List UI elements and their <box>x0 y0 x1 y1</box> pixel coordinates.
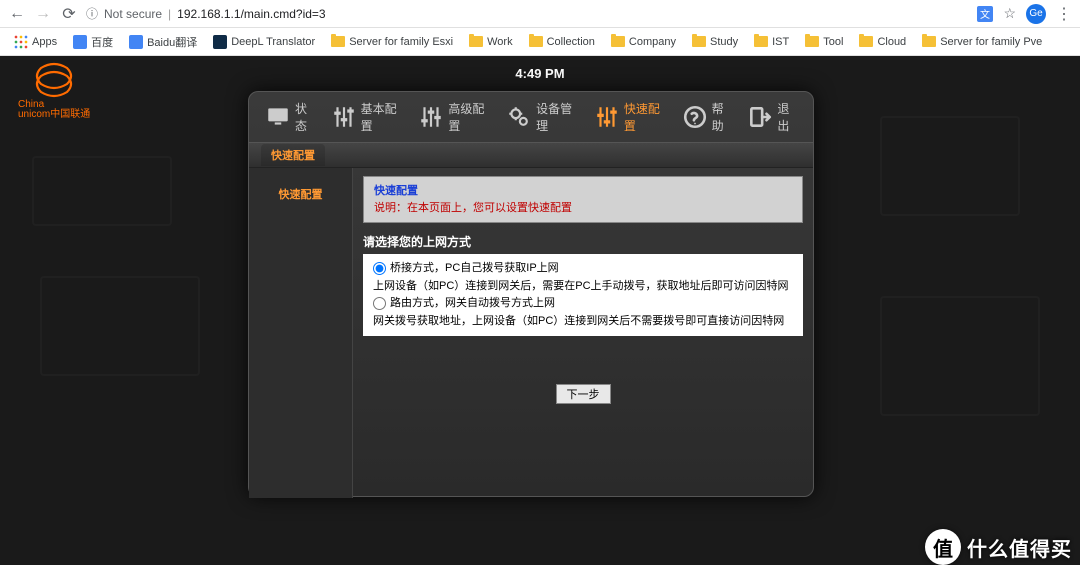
tab-status[interactable]: 状态 <box>261 98 319 136</box>
bookmark-star-icon[interactable]: ☆ <box>1003 5 1016 22</box>
watermark-badge-icon: 值 <box>925 529 961 565</box>
folder-icon <box>611 36 625 47</box>
info-icon: ⓘ <box>86 5 98 22</box>
sliders-icon <box>418 104 444 130</box>
apps-grid-icon <box>14 35 28 49</box>
bookmark-baidu[interactable]: 百度 <box>67 32 119 52</box>
gears-icon <box>506 104 532 130</box>
address-bar[interactable]: ⓘ Not secure | 192.168.1.1/main.cmd?id=3 <box>86 5 969 22</box>
option-bridge-label: 桥接方式，PC自己拨号获取IP上网 <box>390 260 559 278</box>
sliders-icon <box>594 104 620 130</box>
main-content: 快速配置 说明：在本页面上，您可以设置快速配置 请选择您的上网方式 桥接方式，P… <box>353 168 813 498</box>
bookmark-folder-company[interactable]: Company <box>605 34 682 50</box>
tab-advanced-config[interactable]: 高级配置 <box>414 98 494 136</box>
question-icon <box>682 104 708 130</box>
brand-logo: China unicom中国联通 <box>18 62 90 120</box>
bookmark-folder-study[interactable]: Study <box>686 34 744 50</box>
tab-help[interactable]: 帮助 <box>678 98 736 136</box>
radio-route-mode[interactable] <box>373 297 386 310</box>
folder-icon <box>859 36 873 47</box>
favicon-icon <box>213 35 227 49</box>
bookmark-folder-pve[interactable]: Server for family Pve <box>916 34 1048 50</box>
tab-basic-config[interactable]: 基本配置 <box>327 98 407 136</box>
folder-icon <box>331 36 345 47</box>
unicom-logo-icon <box>31 62 77 98</box>
translate-extension-icon[interactable]: 文 <box>977 6 993 22</box>
tab-device-management[interactable]: 设备管理 <box>502 98 582 136</box>
bookmark-folder-ist[interactable]: IST <box>748 34 795 50</box>
folder-icon <box>692 36 706 47</box>
main-panel: 状态 基本配置 高级配置 设备管理 快速配置 帮助 <box>248 91 814 497</box>
breadcrumb-bar: 快速配置 <box>249 142 813 168</box>
monitor-icon <box>265 104 291 130</box>
folder-icon <box>805 36 819 47</box>
bookmark-folder-tool[interactable]: Tool <box>799 34 849 50</box>
svg-text:文: 文 <box>980 8 990 21</box>
page-content: China unicom中国联通 4:49 PM 状态 基本配置 高级配置 设备… <box>0 56 1080 565</box>
logout-icon <box>747 104 773 130</box>
url-text: 192.168.1.1/main.cmd?id=3 <box>177 7 325 21</box>
sliders-icon <box>331 104 357 130</box>
tab-bar: 状态 基本配置 高级配置 设备管理 快速配置 帮助 <box>249 92 813 142</box>
bookmarks-bar: Apps 百度 Baidu翻译 DeepL Translator Server … <box>0 28 1080 56</box>
chrome-menu-icon[interactable]: ⋮ <box>1056 4 1072 24</box>
sidebar: 快速配置 <box>249 168 353 498</box>
watermark-text: 什么值得买 <box>967 533 1072 562</box>
sidebar-item-quick-config[interactable]: 快速配置 <box>249 182 352 206</box>
bookmark-folder-work[interactable]: Work <box>463 34 518 50</box>
watermark: 值 什么值得买 <box>925 529 1072 565</box>
section-title: 请选择您的上网方式 <box>363 233 803 250</box>
folder-icon <box>754 36 768 47</box>
info-box: 快速配置 说明：在本页面上，您可以设置快速配置 <box>363 176 803 223</box>
browser-nav-bar: ← → ⟳ ⓘ Not secure | 192.168.1.1/main.cm… <box>0 0 1080 28</box>
profile-avatar[interactable]: Ge <box>1026 4 1046 24</box>
option-route-label: 路由方式，网关自动拨号方式上网 <box>390 295 555 313</box>
folder-icon <box>922 36 936 47</box>
tab-quick-config[interactable]: 快速配置 <box>590 98 670 136</box>
folder-icon <box>529 36 543 47</box>
bookmark-folder-esxi[interactable]: Server for family Esxi <box>325 34 459 50</box>
tab-logout[interactable]: 退出 <box>743 98 801 136</box>
bookmark-folder-collection[interactable]: Collection <box>523 34 601 50</box>
favicon-icon <box>73 35 87 49</box>
option-route-description: 网关拨号获取地址，上网设备（如PC）连接到网关后不需要拨号即可直接访问因特网 <box>373 313 793 331</box>
reload-button[interactable]: ⟳ <box>60 4 78 24</box>
favicon-icon <box>129 35 143 49</box>
info-description: 说明：在本页面上，您可以设置快速配置 <box>374 200 792 217</box>
breadcrumb-item: 快速配置 <box>261 144 325 166</box>
back-button[interactable]: ← <box>8 5 26 23</box>
bookmark-folder-cloud[interactable]: Cloud <box>853 34 912 50</box>
apps-button[interactable]: Apps <box>8 33 63 51</box>
folder-icon <box>469 36 483 47</box>
option-bridge-description: 上网设备（如PC）连接到网关后，需要在PC上手动拨号，获取地址后即可访问因特网 <box>373 278 793 296</box>
info-title: 快速配置 <box>374 183 792 200</box>
clock-display: 4:49 PM <box>515 66 564 81</box>
next-button[interactable]: 下一步 <box>556 384 611 404</box>
bookmark-deepl[interactable]: DeepL Translator <box>207 33 321 51</box>
security-status: Not secure <box>104 7 162 21</box>
forward-button[interactable]: → <box>34 5 52 23</box>
connection-options: 桥接方式，PC自己拨号获取IP上网 上网设备（如PC）连接到网关后，需要在PC上… <box>363 254 803 336</box>
bookmark-baidu-translate[interactable]: Baidu翻译 <box>123 32 203 52</box>
radio-bridge-mode[interactable] <box>373 262 386 275</box>
